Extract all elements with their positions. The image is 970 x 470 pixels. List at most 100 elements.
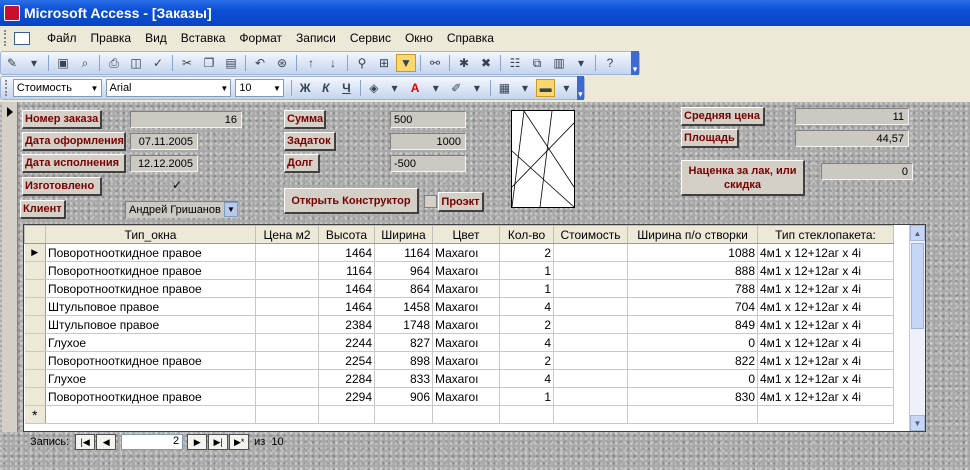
table-cell[interactable]: 4м1 x 12+12аг x 4i <box>757 351 894 370</box>
table-cell[interactable]: Махагоı <box>432 387 500 406</box>
record-selector[interactable] <box>2 102 18 432</box>
file-search-icon[interactable]: ⌕ <box>75 54 95 72</box>
table-cell[interactable] <box>432 405 500 424</box>
table-cell[interactable] <box>255 297 319 316</box>
table-cell[interactable]: 2384 <box>318 315 375 334</box>
new-record-icon[interactable]: ✱ <box>454 54 474 72</box>
menu-help[interactable]: Справка <box>440 31 501 45</box>
column-header[interactable]: Цвет <box>432 225 500 244</box>
table-cell[interactable]: Махагоı <box>432 351 500 370</box>
gridlines-dropdown-icon[interactable]: ▾ <box>516 79 535 97</box>
sort-ascending-icon[interactable]: ↑ <box>301 54 321 72</box>
table-cell[interactable]: 2244 <box>318 333 375 352</box>
table-cell[interactable]: 1 <box>499 261 554 280</box>
spelling-icon[interactable]: ✓ <box>148 54 168 72</box>
font-color-dropdown-icon[interactable]: ▾ <box>426 79 445 97</box>
table-cell[interactable]: 4 <box>499 369 554 388</box>
table-cell[interactable]: 4 <box>499 333 554 352</box>
menu-edit[interactable]: Правка <box>84 31 139 45</box>
table-cell[interactable]: 2 <box>499 243 554 262</box>
chevron-down-icon[interactable]: ▼ <box>271 80 283 96</box>
scroll-down-icon[interactable]: ▼ <box>910 415 925 431</box>
delete-record-icon[interactable]: ✖ <box>476 54 496 72</box>
print-icon[interactable]: ⎙ <box>104 54 124 72</box>
table-cell[interactable] <box>255 387 319 406</box>
table-cell[interactable]: 1458 <box>374 297 433 316</box>
menu-view[interactable]: Вид <box>138 31 174 45</box>
row-selector[interactable] <box>24 315 46 334</box>
sum-field[interactable]: 500 <box>390 111 466 128</box>
italic-icon[interactable]: К <box>317 79 336 97</box>
gridlines-icon[interactable]: ▦ <box>495 79 514 97</box>
debt-field[interactable]: -500 <box>390 155 466 172</box>
table-cell[interactable]: 2 <box>499 351 554 370</box>
row-selector[interactable] <box>24 387 46 406</box>
deposit-field[interactable]: 1000 <box>390 133 466 150</box>
save-icon[interactable]: ▣ <box>53 54 73 72</box>
row-selector[interactable] <box>24 333 46 352</box>
table-cell[interactable]: 888 <box>627 261 758 280</box>
markup-field[interactable]: 0 <box>821 163 913 180</box>
project-checkbox[interactable] <box>424 195 437 208</box>
table-cell[interactable]: 864 <box>374 279 433 298</box>
table-cell[interactable]: 1164 <box>374 243 433 262</box>
table-cell[interactable] <box>318 405 375 424</box>
table-cell[interactable]: 4м1 x 12+12аг x 4i <box>757 369 894 388</box>
table-cell[interactable]: 1 <box>499 279 554 298</box>
table-cell[interactable]: 4м1 x 12+12аг x 4i <box>757 243 894 262</box>
row-selector[interactable] <box>24 297 46 316</box>
first-record-icon[interactable]: |◀ <box>75 434 96 450</box>
last-record-icon[interactable]: ▶| <box>208 434 229 450</box>
fill-color-icon[interactable]: ◈ <box>365 79 384 97</box>
apply-filter-icon[interactable]: ▼ <box>396 54 416 72</box>
table-cell[interactable]: 830 <box>627 387 758 406</box>
form-window-icon[interactable] <box>14 31 30 45</box>
font-size-combo[interactable]: 10 ▼ <box>235 79 284 97</box>
object-combo[interactable]: Стоимость ▼ <box>12 79 102 97</box>
menu-tools[interactable]: Сервис <box>343 31 398 45</box>
table-cell[interactable] <box>553 297 628 316</box>
chevron-down-icon[interactable]: ▼ <box>224 202 238 217</box>
table-cell[interactable] <box>45 405 256 424</box>
table-cell[interactable]: 2 <box>499 315 554 334</box>
table-cell[interactable]: 4 <box>499 297 554 316</box>
vertical-scrollbar[interactable]: ▲ ▼ <box>909 225 925 431</box>
underline-icon[interactable]: Ч <box>337 79 356 97</box>
sort-descending-icon[interactable]: ↓ <box>323 54 343 72</box>
table-cell[interactable]: 2294 <box>318 387 375 406</box>
open-designer-button[interactable]: Открыть Конструктор <box>284 188 419 214</box>
menu-records[interactable]: Записи <box>289 31 343 45</box>
table-cell[interactable]: 1088 <box>627 243 758 262</box>
toolbar-options-icon[interactable]: ▾ <box>631 51 639 75</box>
table-cell[interactable]: 2254 <box>318 351 375 370</box>
scroll-thumb[interactable] <box>911 243 924 329</box>
table-cell[interactable]: Поворотнооткидное правое <box>45 387 256 406</box>
previous-record-icon[interactable]: ◀ <box>96 434 117 450</box>
font-combo[interactable]: Arial ▼ <box>105 79 232 97</box>
table-row[interactable]: ▶ Поворотнооткидное правое 1464 1164 Махагоı… <box>24 243 894 262</box>
order-number-field[interactable]: 16 <box>130 111 242 128</box>
table-cell[interactable] <box>553 369 628 388</box>
special-effect-dropdown-icon[interactable]: ▾ <box>557 79 576 97</box>
copy-icon[interactable]: ❐ <box>199 54 219 72</box>
table-cell[interactable]: 1164 <box>318 261 375 280</box>
table-row[interactable]: Глухое 2284 833 Махагоı 4 0 4м1 x 12+12аг x 4i <box>24 369 894 388</box>
table-cell[interactable]: Махагоı <box>432 369 500 388</box>
find-icon[interactable]: ⚯ <box>425 54 445 72</box>
table-cell[interactable]: Глухое <box>45 333 256 352</box>
table-cell[interactable]: 4м1 x 12+12аг x 4i <box>757 297 894 316</box>
table-cell[interactable]: Махагоı <box>432 315 500 334</box>
bold-icon[interactable]: Ж <box>296 79 315 97</box>
table-cell[interactable]: Поворотнооткидное правое <box>45 243 256 262</box>
project-button[interactable]: Проэкт <box>438 192 484 212</box>
table-row[interactable]: Поворотнооткидное правое 1164 964 Махагоı 1 8… <box>24 261 894 280</box>
table-cell[interactable] <box>553 261 628 280</box>
table-cell[interactable]: 4м1 x 12+12аг x 4i <box>757 387 894 406</box>
chevron-down-icon[interactable]: ▼ <box>89 80 101 96</box>
table-cell[interactable] <box>255 405 319 424</box>
table-cell[interactable]: 1 <box>499 387 554 406</box>
menu-window[interactable]: Окно <box>398 31 440 45</box>
table-cell[interactable] <box>627 405 758 424</box>
table-cell[interactable]: Махагоı <box>432 261 500 280</box>
print-preview-icon[interactable]: ◫ <box>126 54 146 72</box>
